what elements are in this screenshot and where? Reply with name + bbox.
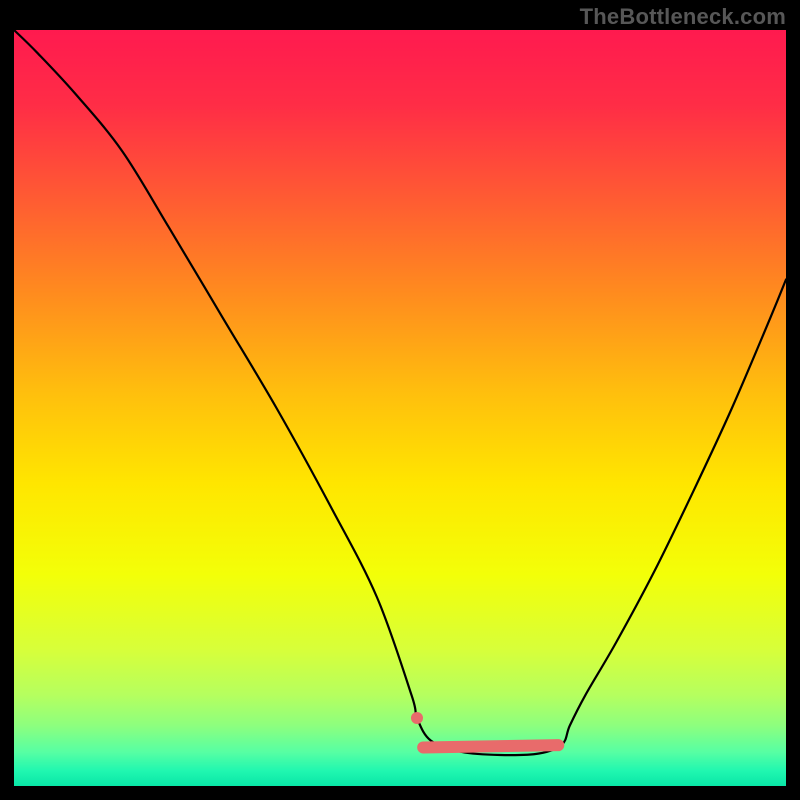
plot-area xyxy=(14,30,786,786)
chart-frame: TheBottleneck.com xyxy=(0,0,800,800)
gradient-background xyxy=(14,30,786,786)
marker-dot xyxy=(411,712,423,724)
bottleneck-chart xyxy=(14,30,786,786)
optimal-band xyxy=(423,745,558,747)
watermark-text: TheBottleneck.com xyxy=(580,4,786,30)
